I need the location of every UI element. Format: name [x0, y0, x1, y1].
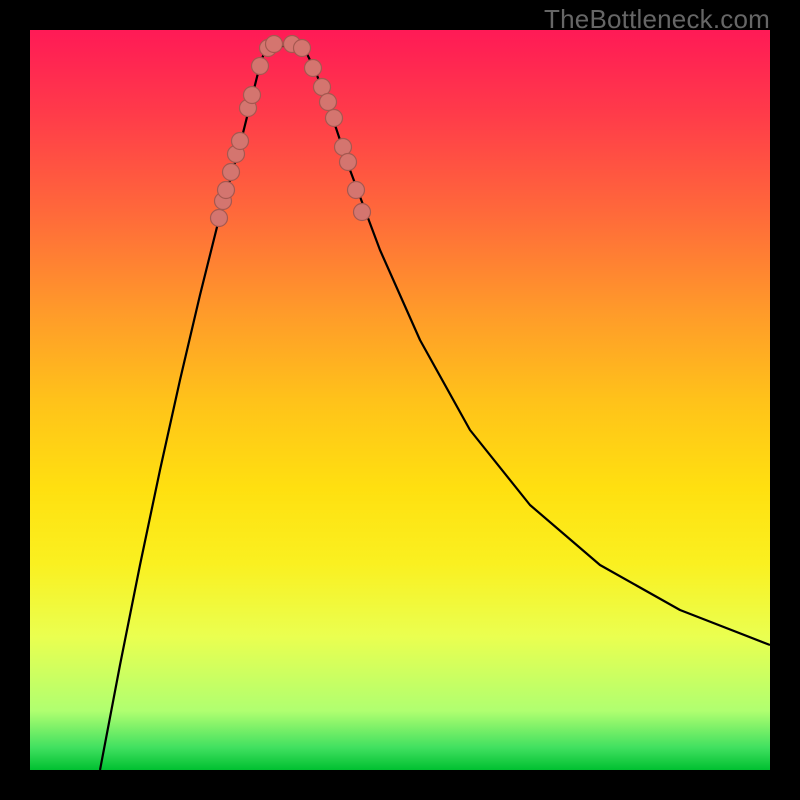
watermark-text: TheBottleneck.com [544, 4, 770, 35]
data-point [348, 182, 365, 199]
data-point [294, 40, 311, 57]
data-point [320, 94, 337, 111]
plot-area [30, 30, 770, 770]
data-point [244, 87, 261, 104]
left-data-cluster [211, 36, 283, 227]
data-point [211, 210, 228, 227]
data-point [252, 58, 269, 75]
bottleneck-curve [100, 46, 770, 770]
data-point [340, 154, 357, 171]
data-point [218, 182, 235, 199]
data-point [354, 204, 371, 221]
data-point [326, 110, 343, 127]
data-point [305, 60, 322, 77]
right-data-cluster [284, 36, 371, 221]
data-point [266, 36, 283, 53]
data-point [232, 133, 249, 150]
chart-frame: TheBottleneck.com [0, 0, 800, 800]
chart-svg [30, 30, 770, 770]
data-point [223, 164, 240, 181]
